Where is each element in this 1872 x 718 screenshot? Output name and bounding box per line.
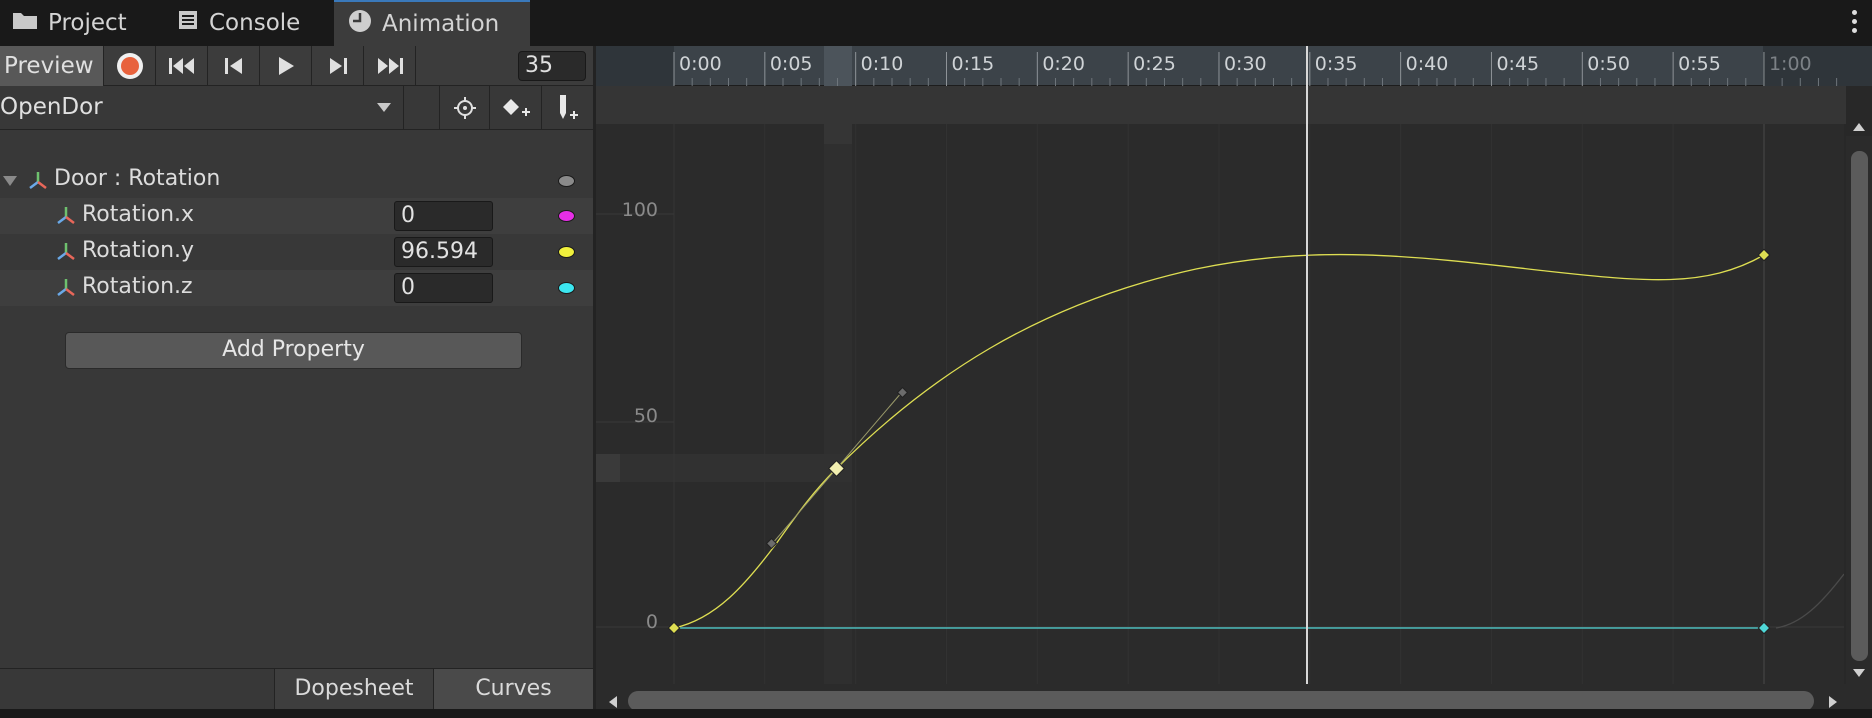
property-value-field[interactable]: 0	[394, 273, 493, 303]
curve-color-dot	[558, 210, 575, 222]
clip-toolbar-spacer	[404, 86, 440, 129]
scroll-left-arrow-icon[interactable]	[608, 695, 618, 709]
horizontal-scroll-thumb[interactable]	[628, 691, 1814, 711]
timeline-tick-label: 0:20	[1042, 53, 1085, 75]
preview-label: Preview	[4, 53, 94, 79]
timeline-tick-label: 0:30	[1224, 53, 1267, 75]
transform-axes-icon	[57, 243, 75, 260]
vertical-scroll-thumb[interactable]	[1851, 151, 1868, 661]
next-keyframe-button[interactable]	[312, 46, 364, 86]
add-keyframe-icon	[502, 98, 530, 116]
record-button[interactable]	[104, 46, 156, 86]
property-group-label: Door : Rotation	[54, 166, 221, 191]
playback-toolbar: Preview 35	[0, 46, 593, 86]
clip-toolbar: OpenDor	[0, 86, 593, 130]
curve-color-dot	[558, 246, 575, 258]
chevron-down-icon	[377, 103, 391, 112]
crosshair-icon	[453, 96, 476, 119]
scroll-right-arrow-icon[interactable]	[1828, 695, 1838, 709]
curves-button[interactable]: Curves	[434, 669, 593, 710]
playhead-line[interactable]	[1306, 46, 1308, 684]
timeline-tick-label: 0:45	[1496, 53, 1539, 75]
animation-left-panel: Preview 35 OpenDor Door: Rotation Rotat…	[0, 46, 593, 718]
record-icon	[116, 53, 143, 79]
curve-graph: 100 50 0	[596, 124, 1845, 684]
clip-name: OpenDor	[0, 94, 103, 120]
tab-animation[interactable]: Animation	[334, 0, 530, 46]
tab-project-label: Project	[48, 10, 127, 36]
expand-triangle-icon[interactable]	[2, 175, 18, 187]
play-icon	[278, 57, 294, 75]
timeline-tick-label: 0:50	[1587, 53, 1630, 75]
clip-dropdown[interactable]: OpenDor	[0, 86, 404, 129]
add-event-icon	[559, 94, 578, 119]
curve-graph-area[interactable]: 100 50 0	[596, 124, 1845, 684]
add-keyframe-button[interactable]	[490, 86, 542, 129]
y-axis-label-0: 0	[646, 611, 658, 633]
timeline-tick-label: 0:55	[1678, 53, 1721, 75]
skip-to-start-icon	[168, 58, 194, 74]
y-axis-label-50: 50	[634, 405, 658, 427]
timeline-tick-label: 1:00	[1769, 53, 1812, 75]
add-event-button[interactable]	[542, 86, 593, 129]
property-group-door-rotation[interactable]: Door : Rotation	[0, 162, 593, 198]
timeline-tick-label: 0:00	[679, 53, 722, 75]
property-label: Rotation.x	[82, 202, 195, 227]
y-axis-label-100: 100	[622, 199, 658, 221]
property-value-field[interactable]: 96.594	[394, 237, 493, 267]
folder-icon	[12, 10, 38, 36]
timeline-tick-label: 0:35	[1315, 53, 1358, 75]
last-keyframe-button[interactable]	[364, 46, 416, 86]
property-label: Rotation.y	[82, 238, 195, 263]
transform-axes-icon	[57, 279, 75, 296]
event-strip[interactable]	[596, 86, 1846, 124]
previous-keyframe-button[interactable]	[208, 46, 260, 86]
timeline-ruler-graphics: 0:00 0:05 0:10 0:15 0:20 0:25 0:30 0:35 0:40 0:45…	[596, 46, 1872, 86]
transform-axes-icon	[29, 172, 47, 189]
more-options-icon[interactable]	[1852, 10, 1858, 37]
window-bottom-edge	[0, 709, 1872, 718]
tab-project[interactable]: Project	[0, 0, 155, 46]
group-curve-color-dot	[558, 175, 575, 187]
add-property-button[interactable]: Add Property	[65, 332, 522, 369]
timeline-tick-label: 0:10	[861, 53, 904, 75]
console-icon	[177, 9, 199, 37]
timeline-tick-label: 0:25	[1133, 53, 1176, 75]
first-keyframe-button[interactable]	[156, 46, 208, 86]
step-back-icon	[224, 58, 242, 74]
property-row-rotation-y[interactable]: Rotation.y 96.594	[0, 234, 593, 270]
tab-console[interactable]: Console	[165, 0, 325, 46]
timeline-tick-label: 0:15	[951, 53, 994, 75]
scroll-up-arrow-icon[interactable]	[1852, 122, 1866, 132]
timeline-tick-label: 0:05	[770, 53, 813, 75]
skip-to-end-icon	[377, 58, 403, 74]
scroll-down-arrow-icon[interactable]	[1852, 668, 1866, 678]
focus-button[interactable]	[440, 86, 490, 129]
curve-editor-panel: 0:00 0:05 0:10 0:15 0:20 0:25 0:30 0:35 0:40 0:45…	[596, 46, 1872, 718]
property-value-field[interactable]: 0	[394, 201, 493, 231]
transform-axes-icon	[57, 207, 75, 224]
preview-button[interactable]: Preview	[0, 46, 104, 86]
tab-console-label: Console	[209, 10, 301, 36]
step-forward-icon	[329, 58, 347, 74]
timeline-tick-label: 0:40	[1406, 53, 1449, 75]
window-tab-bar: Project Console Animation	[0, 0, 1872, 46]
tab-animation-label: Animation	[382, 11, 500, 37]
current-frame-field[interactable]: 35	[518, 51, 586, 81]
property-row-rotation-x[interactable]: Rotation.x 0	[0, 198, 593, 234]
vertical-scrollbar[interactable]	[1846, 123, 1872, 684]
dopesheet-button[interactable]: Dopesheet	[274, 669, 434, 710]
timeline-ruler[interactable]: 0:00 0:05 0:10 0:15 0:20 0:25 0:30 0:35 0:40 0:45…	[596, 46, 1872, 86]
clock-icon	[348, 9, 372, 39]
play-button[interactable]	[260, 46, 312, 86]
curve-color-dot	[558, 282, 575, 294]
property-label: Rotation.z	[82, 274, 193, 299]
property-row-rotation-z[interactable]: Rotation.z 0	[0, 270, 593, 306]
